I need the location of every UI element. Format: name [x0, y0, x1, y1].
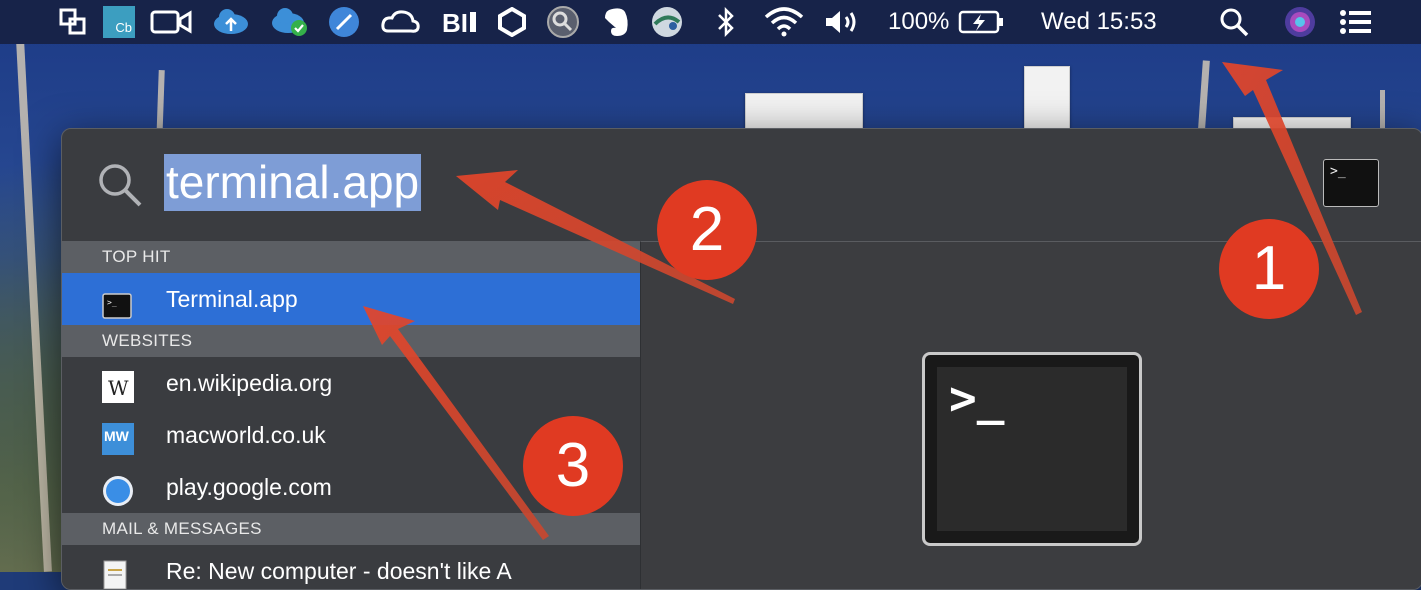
desktop-thumbnail[interactable]: [1024, 66, 1070, 130]
hexagon-icon[interactable]: [496, 7, 528, 37]
tree-trunk: [16, 40, 52, 572]
preview-prompt: >_: [1330, 164, 1346, 179]
spotlight-icon[interactable]: [1218, 7, 1250, 37]
cloud-upload-icon[interactable]: [211, 7, 251, 37]
wikipedia-icon: W: [102, 369, 134, 403]
svg-text:BI: BI: [442, 8, 468, 36]
window-icon[interactable]: [58, 7, 88, 37]
bluetooth-icon[interactable]: [713, 7, 739, 37]
magnifier-app-icon[interactable]: [545, 6, 581, 38]
wifi-icon[interactable]: [764, 7, 804, 37]
result-label: en.wikipedia.org: [166, 370, 333, 396]
feather-icon[interactable]: [326, 7, 362, 37]
section-header-top-hit: TOP HIT: [62, 241, 640, 273]
menu-bar: Cb BI 100% Wed 15:53: [0, 0, 1421, 44]
callout-badge-1: 1: [1219, 219, 1319, 319]
notification-center-icon[interactable]: [1338, 7, 1374, 37]
video-icon[interactable]: [150, 7, 192, 37]
battery-icon[interactable]: [958, 7, 1006, 37]
section-header-websites: WEBSITES: [62, 325, 640, 357]
result-label: Terminal.app: [166, 286, 298, 312]
callout-badge-2: 2: [657, 180, 757, 280]
volume-icon[interactable]: [824, 7, 862, 37]
terminal-icon: >_: [102, 285, 134, 319]
result-terminal-app[interactable]: >_ Terminal.app: [62, 273, 640, 325]
preview-prompt: >_: [949, 371, 1005, 425]
spotlight-search-input[interactable]: terminal.app: [164, 154, 422, 211]
creative-cloud-icon[interactable]: [380, 7, 420, 37]
callout-badge-3: 3: [523, 416, 623, 516]
result-wikipedia[interactable]: W en.wikipedia.org: [62, 357, 640, 409]
macworld-icon: MW: [102, 421, 134, 455]
svg-text:MW: MW: [104, 428, 130, 444]
svg-text:>_: >_: [107, 298, 117, 307]
result-label: play.google.com: [166, 474, 332, 500]
network-icon[interactable]: [650, 7, 684, 37]
safari-icon: [102, 473, 134, 506]
bi-icon[interactable]: BI: [442, 7, 478, 37]
menubar-clock[interactable]: Wed 15:53: [1041, 7, 1157, 37]
result-label: macworld.co.uk: [166, 422, 326, 448]
terminal-icon: >_: [1323, 159, 1379, 207]
siri-icon[interactable]: [1283, 7, 1317, 37]
results-list: TOP HIT >_ Terminal.app WEBSITES W en.wi…: [62, 241, 640, 589]
desktop-thumbnail[interactable]: [745, 93, 863, 131]
result-mail-message[interactable]: Re: New computer - doesn't like A: [62, 545, 640, 589]
svg-text:W: W: [108, 376, 129, 400]
document-icon: [102, 557, 134, 589]
evernote-icon[interactable]: [600, 7, 632, 37]
cloud-check-icon[interactable]: [270, 7, 310, 37]
cb-icon[interactable]: Cb: [103, 6, 135, 38]
terminal-icon-screen: >_: [937, 367, 1127, 531]
section-header-mail-messages: MAIL & MESSAGES: [62, 513, 640, 545]
terminal-icon: >_: [922, 352, 1142, 546]
search-icon: [96, 161, 144, 209]
battery-percent: 100%: [888, 8, 950, 35]
result-label: Re: New computer - doesn't like A: [166, 558, 512, 584]
